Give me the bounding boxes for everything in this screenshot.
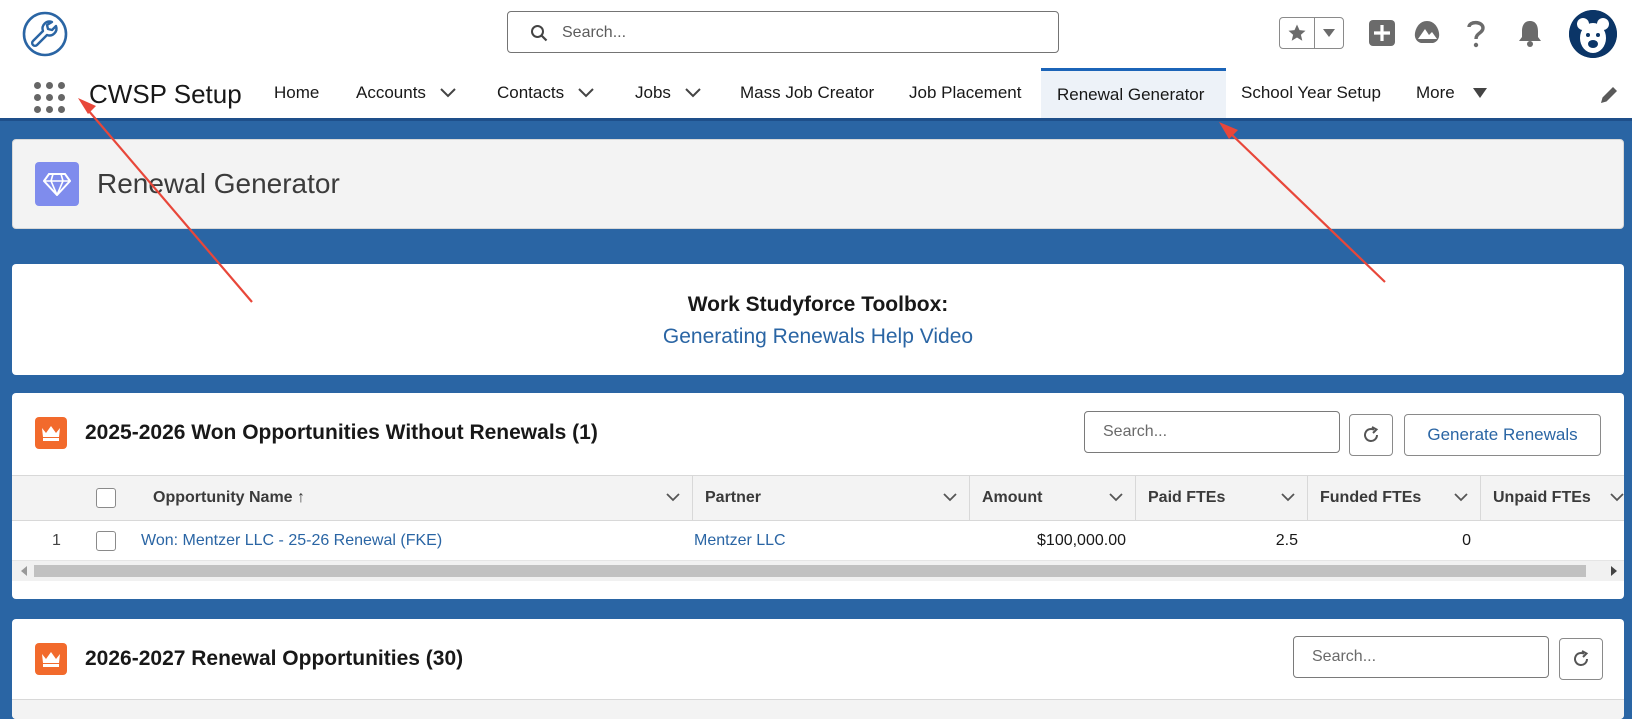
refresh-icon [1364, 426, 1379, 442]
chevron-down-icon[interactable] [1454, 493, 1468, 502]
renewal-list-search-input[interactable] [1310, 647, 1514, 667]
setup-wrench-logo-icon[interactable] [21, 10, 69, 58]
paid-ftes-cell: 2.5 [1275, 532, 1298, 549]
trailhead-icon[interactable] [1410, 16, 1444, 50]
opportunity-link[interactable]: Won: Mentzer LLC - 25-26 Renewal (FKE) [141, 532, 442, 550]
chevron-down-icon[interactable] [1109, 493, 1123, 502]
nav-tab-jobs[interactable]: Jobs [619, 68, 717, 118]
nav-tab-renewal-generator[interactable]: Renewal Generator [1041, 68, 1226, 118]
edit-nav-pencil-icon[interactable] [1598, 84, 1620, 106]
favorites-dropdown-icon[interactable] [1315, 18, 1343, 48]
generate-renewals-button[interactable]: Generate Renewals [1404, 414, 1601, 456]
column-label: Funded FTEs [1320, 489, 1422, 506]
global-search-input[interactable] [560, 20, 1044, 46]
renewal-list-search-box[interactable] [1293, 636, 1549, 678]
scrollbar-thumb[interactable] [34, 565, 1586, 577]
diamond-icon [35, 162, 79, 206]
chevron-down-icon[interactable] [578, 88, 594, 98]
global-search-box[interactable] [507, 11, 1059, 53]
help-video-link-text[interactable]: Generating Renewals Help Video [663, 325, 973, 348]
nav-tab-label: Contacts [497, 83, 565, 102]
nav-tab-job-placement[interactable]: Job Placement [893, 68, 1037, 118]
won-opportunities-card: 2025-2026 Won Opportunities Without Rene… [12, 393, 1624, 599]
column-header-amount[interactable]: Amount [970, 476, 1136, 520]
column-header-unpaid-ftes[interactable]: Unpaid FTEs [1481, 476, 1624, 520]
nav-tab-label: School Year Setup [1241, 83, 1381, 102]
nav-tab-home[interactable]: Home [258, 68, 335, 118]
nav-tab-more[interactable]: More [1400, 68, 1503, 118]
horizontal-scrollbar[interactable] [12, 561, 1624, 581]
column-label: Paid FTEs [1148, 489, 1226, 506]
notifications-bell-icon[interactable] [1513, 16, 1547, 50]
favorites-star-icon[interactable] [1280, 18, 1315, 48]
help-video-link[interactable]: Generating Renewals Help Video [12, 325, 1624, 349]
nav-tab-label: Renewal Generator [1057, 84, 1205, 104]
column-header-paid-ftes[interactable]: Paid FTEs [1136, 476, 1308, 520]
column-header-opportunity-name[interactable]: Opportunity Name ↑ [94, 476, 693, 520]
row-select-checkbox[interactable] [96, 531, 116, 551]
table-row: 1 Won: Mentzer LLC - 25-26 Renewal (FKE)… [12, 521, 1624, 561]
help-icon[interactable] [1459, 16, 1493, 50]
renewal-opportunities-card: 2026-2027 Renewal Opportunities (30) [12, 619, 1624, 719]
chevron-down-icon[interactable] [1610, 493, 1624, 502]
scroll-left-arrow-icon[interactable] [20, 565, 28, 577]
search-icon [531, 25, 548, 42]
column-label: Opportunity Name ↑ [153, 489, 306, 506]
nav-tab-label: Home [274, 83, 320, 102]
row-number: 1 [52, 532, 61, 549]
won-list-title: 2025-2026 Won Opportunities Without Rene… [85, 421, 598, 444]
chevron-down-icon[interactable] [666, 493, 680, 502]
nav-tab-label: Mass Job Creator [740, 83, 875, 102]
nav-tab-accounts[interactable]: Accounts [340, 68, 472, 118]
column-header-funded-ftes[interactable]: Funded FTEs [1308, 476, 1481, 520]
nav-tab-school-year-setup[interactable]: School Year Setup [1225, 68, 1397, 118]
user-avatar[interactable] [1569, 10, 1617, 58]
renewal-list-refresh-button[interactable] [1559, 638, 1603, 680]
refresh-icon [1574, 650, 1589, 666]
toolbox-title: Work Studyforce Toolbox: [687, 293, 949, 316]
nav-tab-label: Job Placement [909, 83, 1022, 102]
nav-tab-label: Jobs [635, 83, 671, 102]
column-header-partner[interactable]: Partner [693, 476, 970, 520]
scroll-right-arrow-icon[interactable] [1610, 565, 1618, 577]
chevron-down-icon[interactable] [1281, 493, 1295, 502]
global-header [0, 0, 1632, 68]
app-launcher-icon[interactable] [34, 82, 66, 114]
amount-cell: $100,000.00 [1037, 532, 1126, 549]
won-list-search-box[interactable] [1084, 411, 1340, 453]
column-label: Partner [705, 489, 762, 506]
nav-tab-label: Accounts [356, 83, 426, 102]
chevron-down-icon[interactable] [440, 88, 456, 98]
app-name: CWSP Setup [89, 79, 242, 109]
won-table-header: Opportunity Name ↑ Partner Amount Paid F… [12, 475, 1624, 521]
nav-tab-label: More [1416, 83, 1455, 102]
nav-tab-contacts[interactable]: Contacts [481, 68, 610, 118]
favorites-button-group[interactable] [1279, 17, 1344, 49]
app-nav-bar: CWSP Setup Home Accounts Contacts Jobs M… [0, 68, 1632, 121]
won-list-search-input[interactable] [1101, 422, 1305, 442]
column-label: Unpaid FTEs [1493, 489, 1591, 506]
select-all-header [12, 476, 116, 520]
column-label: Amount [982, 489, 1043, 506]
page-header: Renewal Generator [12, 139, 1624, 229]
partner-link[interactable]: Mentzer LLC [694, 532, 786, 550]
caret-down-icon[interactable] [1472, 88, 1487, 98]
chevron-down-icon[interactable] [943, 493, 957, 502]
toolbox-card: Work Studyforce Toolbox: Generating Rene… [12, 264, 1624, 375]
won-list-refresh-button[interactable] [1349, 414, 1393, 456]
chevron-down-icon[interactable] [685, 88, 701, 98]
nav-tab-mass-job-creator[interactable]: Mass Job Creator [724, 68, 890, 118]
global-actions-plus-icon[interactable] [1365, 16, 1399, 50]
renewal-list-title: 2026-2027 Renewal Opportunities (30) [85, 647, 464, 670]
funded-ftes-cell: 0 [1462, 532, 1471, 549]
renewal-table-header [12, 699, 1624, 719]
opportunity-crown-icon [35, 417, 67, 449]
generate-renewals-label: Generate Renewals [1427, 425, 1578, 444]
opportunity-crown-icon [35, 643, 67, 675]
page-title: Renewal Generator [97, 168, 340, 199]
